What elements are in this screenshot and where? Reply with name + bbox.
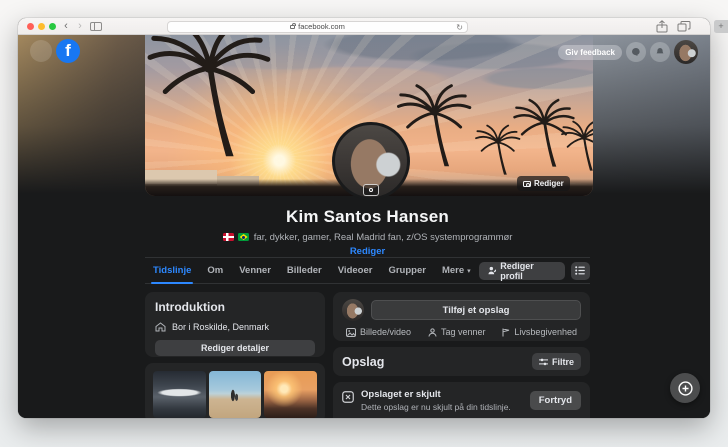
profile-tabs: Tidslinje Om Venner Billeder Videoer Gru… — [145, 257, 590, 284]
back-icon[interactable]: ‹ — [60, 19, 72, 34]
lives-in-text: Bor i Roskilde, Denmark — [172, 322, 269, 332]
tab-venner[interactable]: Venner — [231, 258, 279, 283]
tab-mere[interactable]: Mere ▾ — [434, 258, 479, 283]
posts-header: Opslag Filtre — [333, 347, 590, 376]
search-button[interactable] — [30, 40, 52, 62]
page-title: Kim Santos Hansen — [145, 207, 590, 227]
zoom-button[interactable] — [49, 23, 56, 30]
forward-icon[interactable]: › — [74, 19, 86, 34]
photos-card — [145, 363, 325, 418]
new-tab-button[interactable]: + — [714, 20, 728, 33]
browser-toolbar: ‹ › facebook.com ↻ — [18, 18, 710, 35]
refresh-icon[interactable]: ↻ — [456, 22, 463, 33]
avatar[interactable] — [342, 299, 364, 321]
lock-icon — [290, 25, 295, 29]
browser-window: ‹ › facebook.com ↻ — [18, 18, 710, 418]
filters-icon — [539, 358, 548, 366]
tag-person-icon — [428, 328, 437, 337]
facebook-logo[interactable]: f — [56, 39, 80, 63]
life-event-button[interactable]: Livsbegivenhed — [502, 327, 577, 337]
profile-bio: far, dykker, gamer, Real Madrid fan, z/O… — [145, 232, 590, 243]
post-composer-card: Tilføj et opslag Billede/video — [333, 292, 590, 341]
intro-title: Introduktion — [155, 300, 315, 314]
edit-bio-link[interactable]: Rediger — [145, 246, 590, 257]
activity-log-button[interactable] — [571, 262, 590, 280]
denmark-flag-icon — [223, 233, 234, 241]
edit-profile-button[interactable]: Rediger profil — [479, 262, 565, 280]
give-feedback-button[interactable]: Giv feedback — [558, 45, 622, 60]
brazil-flag-icon — [238, 233, 249, 241]
plus-icon — [678, 381, 693, 396]
messenger-icon — [631, 47, 641, 57]
hidden-post-icon — [342, 391, 354, 403]
edit-details-button[interactable]: Rediger detaljer — [155, 340, 315, 356]
url-text: facebook.com — [298, 22, 345, 31]
hidden-post-title: Opslaget er skjult — [361, 389, 523, 400]
camera-icon — [523, 181, 531, 187]
sidebar-icon[interactable] — [90, 22, 102, 31]
intro-card: Introduktion Bor i Roskilde, Denmark Red… — [145, 292, 325, 357]
create-post-input[interactable]: Tilføj et opslag — [371, 300, 581, 320]
person-edit-icon — [488, 266, 497, 275]
tab-tidslinje[interactable]: Tidslinje — [145, 258, 199, 283]
photo-thumbnail-beach[interactable] — [209, 371, 262, 418]
activity-log-icon — [575, 266, 585, 275]
notifications-button[interactable] — [650, 42, 670, 62]
tab-grupper[interactable]: Grupper — [380, 258, 433, 283]
account-avatar[interactable] — [674, 40, 698, 64]
hidden-post-subtitle: Dette opslag er nu skjult på din tidslin… — [361, 402, 523, 412]
hidden-post-notice: Opslaget er skjult Dette opslag er nu sk… — [333, 382, 590, 418]
tabs-overview-icon[interactable] — [676, 20, 692, 33]
photo-icon — [346, 328, 356, 337]
messenger-button[interactable] — [626, 42, 646, 62]
tab-billeder[interactable]: Billeder — [279, 258, 330, 283]
edit-cover-button[interactable]: Rediger — [517, 176, 570, 191]
create-button[interactable] — [670, 373, 700, 403]
bell-icon — [655, 47, 665, 57]
minimize-button[interactable] — [38, 23, 45, 30]
photo-video-button[interactable]: Billede/video — [346, 327, 411, 337]
camera-icon — [369, 188, 373, 192]
share-icon[interactable] — [654, 20, 670, 33]
home-icon — [155, 322, 166, 332]
filters-button[interactable]: Filtre — [532, 353, 581, 370]
address-bar[interactable]: facebook.com ↻ — [167, 21, 468, 33]
photo-thumbnail-sunset[interactable] — [264, 371, 317, 418]
undo-button[interactable]: Fortryd — [530, 391, 581, 410]
chevron-down-icon: ▾ — [467, 267, 471, 275]
posts-title: Opslag — [342, 355, 384, 369]
facebook-page: f Giv feedback Rediger K — [18, 35, 710, 418]
update-profile-picture-button[interactable] — [363, 184, 379, 196]
photo-thumbnail-boat[interactable] — [153, 371, 206, 418]
tag-friends-button[interactable]: Tag venner — [428, 327, 486, 337]
tab-om[interactable]: Om — [199, 258, 231, 283]
close-button[interactable] — [27, 23, 34, 30]
tab-videoer[interactable]: Videoer — [330, 258, 381, 283]
flag-icon — [502, 328, 510, 337]
